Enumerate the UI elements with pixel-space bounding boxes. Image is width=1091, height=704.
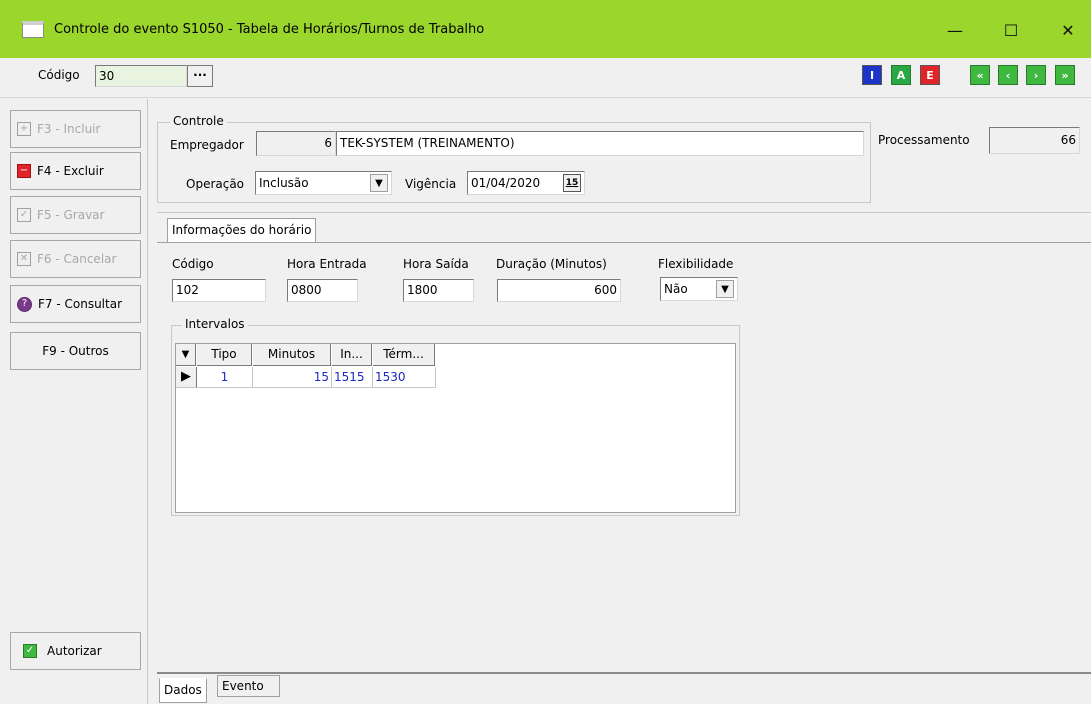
flexibilidade-value: Não [664, 282, 688, 296]
excluir-button[interactable]: − F4 - Excluir [10, 152, 141, 190]
row-indicator-icon: ▶ [176, 367, 197, 388]
vigencia-value: 01/04/2020 [471, 176, 541, 190]
cell-termino[interactable]: 1530 [373, 367, 436, 388]
grid-column-menu-icon[interactable]: ▼ [176, 344, 196, 366]
empregador-label: Empregador [170, 138, 244, 152]
tab-divider [157, 242, 1091, 243]
codigo-lookup-button[interactable]: ··· [187, 65, 213, 87]
hora-entrada-input[interactable]: 0800 [287, 279, 358, 302]
horario-codigo-input[interactable]: 102 [172, 279, 266, 302]
codigo-label: Código [38, 68, 80, 82]
flexibilidade-dropdown-button[interactable]: ▼ [716, 280, 734, 298]
autorizar-label: Autorizar [47, 644, 102, 658]
cell-tipo[interactable]: 1 [197, 367, 253, 388]
column-header-inicio[interactable]: In... [332, 344, 372, 366]
plus-icon: + [17, 122, 31, 136]
horario-codigo-label: Código [172, 257, 214, 271]
hora-saida-label: Hora Saída [403, 257, 469, 271]
gravar-button[interactable]: ✓ F5 - Gravar [10, 196, 141, 234]
processamento-label: Processamento [878, 133, 970, 147]
last-record-button[interactable]: » [1055, 65, 1075, 85]
duracao-label: Duração (Minutos) [496, 257, 607, 271]
calendar-icon[interactable]: 15 [563, 174, 581, 192]
intervalos-grid[interactable]: ▼ Tipo Minutos In... Térm... ▶ 1 15 1515… [175, 343, 736, 513]
hora-saida-input[interactable]: 1800 [403, 279, 474, 302]
cell-inicio[interactable]: 1515 [332, 367, 373, 388]
cancelar-label: F6 - Cancelar [37, 252, 117, 266]
close-button[interactable]: ✕ [1045, 14, 1091, 46]
check-icon: ✓ [17, 208, 31, 222]
controle-group-title: Controle [170, 114, 227, 128]
bottom-tab-divider [157, 672, 1091, 674]
operacao-value: Inclusão [259, 176, 309, 190]
mode-alter-button[interactable]: A [891, 65, 911, 85]
autorizar-button[interactable]: ✓ Autorizar [10, 632, 141, 670]
column-header-termino[interactable]: Térm... [373, 344, 435, 366]
previous-record-button[interactable]: ‹ [998, 65, 1018, 85]
tab-informacoes-horario[interactable]: Informações do horário [167, 218, 317, 243]
vigencia-label: Vigência [405, 177, 457, 191]
gravar-label: F5 - Gravar [37, 208, 105, 222]
column-header-tipo[interactable]: Tipo [197, 344, 252, 366]
check-icon: ✓ [23, 644, 37, 658]
minimize-button[interactable]: — [932, 14, 978, 46]
question-icon: ? [17, 296, 32, 312]
processamento-field: 66 [989, 127, 1080, 154]
codigo-input[interactable]: 30 [95, 65, 187, 87]
outros-button[interactable]: F9 - Outros [10, 332, 141, 370]
tab-evento[interactable]: Evento [217, 675, 280, 697]
consultar-label: F7 - Consultar [38, 297, 123, 311]
flexibilidade-label: Flexibilidade [658, 257, 734, 271]
chevron-down-icon: ▼ [375, 177, 383, 189]
duracao-input[interactable]: 600 [497, 279, 621, 302]
consultar-button[interactable]: ? F7 - Consultar [10, 285, 141, 323]
first-record-button[interactable]: « [970, 65, 990, 85]
outros-label: F9 - Outros [42, 344, 109, 358]
app-window-icon [22, 21, 44, 38]
mode-exclude-button[interactable]: E [920, 65, 940, 85]
hora-entrada-label: Hora Entrada [287, 257, 367, 271]
operacao-dropdown-button[interactable]: ▼ [370, 174, 388, 192]
cancelar-button[interactable]: ✕ F6 - Cancelar [10, 240, 141, 278]
column-header-minutos[interactable]: Minutos [253, 344, 331, 366]
next-record-button[interactable]: › [1026, 65, 1046, 85]
mode-insert-button[interactable]: I [862, 65, 882, 85]
empregador-name-field: TEK-SYSTEM (TREINAMENTO) [336, 131, 864, 156]
window-title: Controle do evento S1050 - Tabela de Hor… [54, 22, 485, 37]
maximize-button[interactable]: ☐ [988, 14, 1034, 46]
empregador-code-field: 6 [256, 131, 336, 156]
intervalos-group-title: Intervalos [182, 317, 248, 331]
title-bar: Controle do evento S1050 - Tabela de Hor… [0, 0, 1091, 58]
incluir-button[interactable]: + F3 - Incluir [10, 110, 141, 148]
cell-minutos[interactable]: 15 [253, 367, 332, 388]
incluir-label: F3 - Incluir [37, 122, 101, 136]
minus-icon: − [17, 164, 31, 178]
x-icon: ✕ [17, 252, 31, 266]
operacao-label: Operação [186, 177, 245, 191]
tab-dados[interactable]: Dados [159, 678, 207, 703]
excluir-label: F4 - Excluir [37, 164, 104, 178]
chevron-down-icon: ▼ [721, 283, 729, 295]
